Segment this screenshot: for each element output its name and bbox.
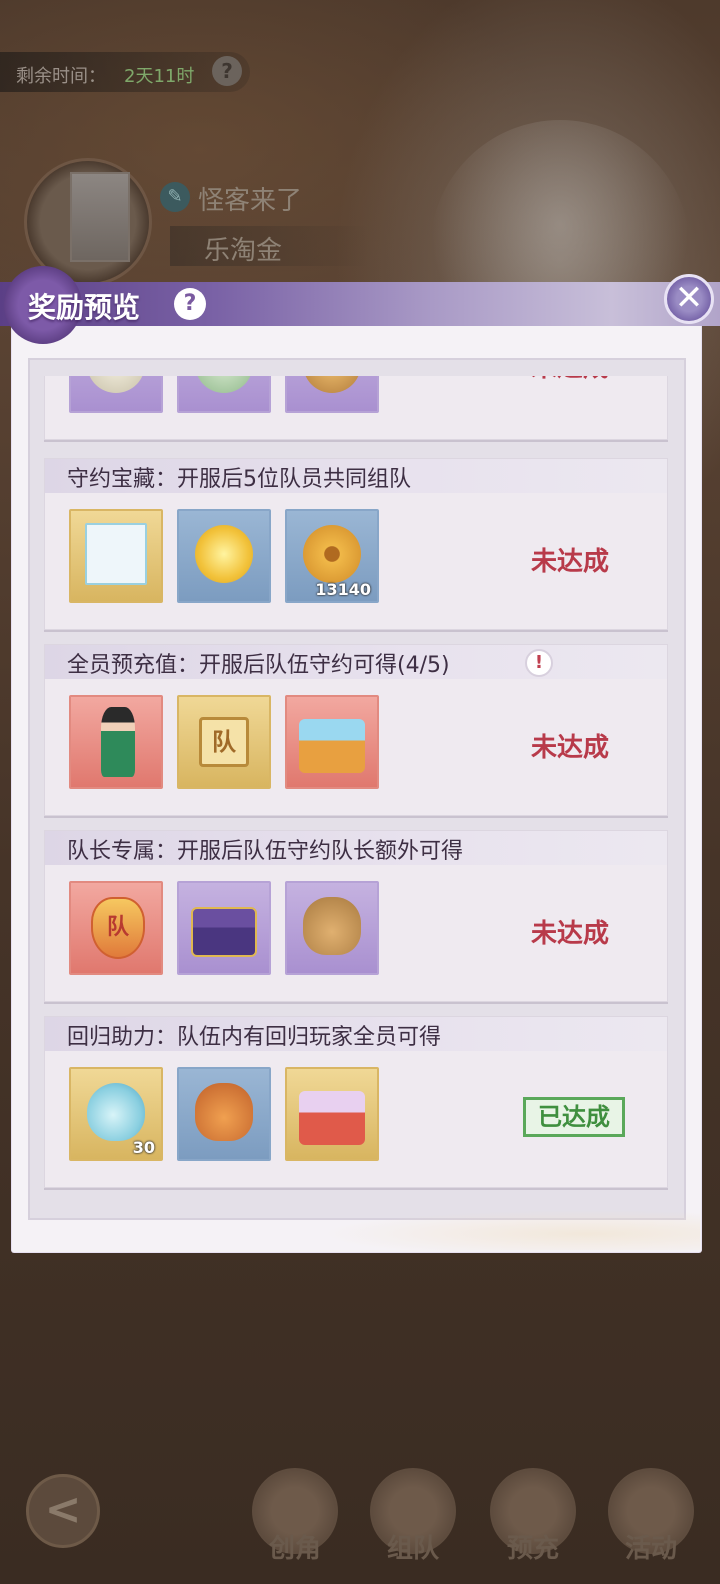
reward-card: 守约宝藏：开服后5位队员共同组队 13140 未达成 <box>44 458 668 630</box>
card-header: 回归助力：队伍内有回归玩家全员可得 <box>45 1017 667 1051</box>
nav-prepay[interactable]: 预充 <box>490 1468 576 1578</box>
nav-activity[interactable]: 活动 <box>608 1468 694 1578</box>
card-header: 守约宝藏：开服后5位队员共同组队 <box>45 459 667 493</box>
team-badge-icon[interactable]: 队 <box>177 695 271 789</box>
card-title: 全员预充值：开服后队伍守约可得(4/5) <box>67 653 450 678</box>
status-achieved: 已达成 <box>523 1097 625 1137</box>
timer-value: 2天11时 <box>124 66 195 87</box>
item-art <box>85 523 147 585</box>
money-bag-icon[interactable] <box>285 376 379 413</box>
outfit-icon[interactable] <box>69 695 163 789</box>
server-name: 乐淘金 <box>204 236 283 266</box>
item-art <box>303 897 361 955</box>
timer-help-icon[interactable]: ? <box>212 56 242 86</box>
status-pending: 未达成 <box>531 919 610 949</box>
card-title: 回归助力：队伍内有回归玩家全员可得 <box>67 1025 442 1050</box>
scroll-icon[interactable] <box>69 376 163 413</box>
help-icon[interactable]: ? <box>174 288 206 320</box>
feather-icon: ✎ <box>160 182 190 212</box>
nav-team[interactable]: 组队 <box>370 1468 456 1578</box>
item-art <box>101 707 135 777</box>
item-art <box>87 1083 145 1141</box>
warning-icon[interactable]: ! <box>525 649 553 677</box>
footer-decoration <box>320 1210 700 1250</box>
status-pending: 未达成 <box>531 733 610 763</box>
nav-label: 预充 <box>506 1534 559 1564</box>
item-art <box>299 1091 365 1145</box>
card-title: 队长专属：开服后队伍守约队长额外可得 <box>67 839 464 864</box>
map-scroll-icon[interactable] <box>177 376 271 413</box>
back-button[interactable]: < <box>26 1474 100 1548</box>
item-art <box>195 525 253 583</box>
item-art: 队 <box>199 717 249 767</box>
player-name: 怪客来了 <box>198 186 303 216</box>
nav-label: 组队 <box>386 1534 439 1564</box>
nav-label: 活动 <box>624 1534 677 1564</box>
item-quantity: 30 <box>132 1138 155 1157</box>
item-art <box>195 376 253 393</box>
card-title: 守约宝藏：开服后5位队员共同组队 <box>67 467 411 492</box>
gift-box-icon[interactable] <box>285 1067 379 1161</box>
item-art <box>195 1083 253 1141</box>
card-header: 队长专属：开服后队伍守约队长额外可得 <box>45 831 667 865</box>
item-art <box>303 376 361 393</box>
status-pending: 未达成 <box>531 547 610 577</box>
card-header: 全员预充值：开服后队伍守约可得(4/5) ! <box>45 645 667 679</box>
copper-coin-icon[interactable]: 13140 <box>285 509 379 603</box>
yellow-flower-icon[interactable] <box>177 509 271 603</box>
close-button[interactable]: ✕ <box>664 274 714 324</box>
item-art <box>303 525 361 583</box>
captain-emblem-icon[interactable]: 队 <box>69 881 163 975</box>
item-art <box>87 376 145 393</box>
gift-chest-icon[interactable] <box>285 695 379 789</box>
nav-create-role[interactable]: 创角 <box>252 1468 338 1578</box>
item-quantity: 13140 <box>315 580 371 599</box>
avatar[interactable] <box>70 172 130 262</box>
potion-bottle-icon[interactable]: 30 <box>69 1067 163 1161</box>
reward-card: 回归助力：队伍内有回归玩家全员可得 30 已达成 <box>44 1016 668 1188</box>
treasure-chest-icon[interactable] <box>177 881 271 975</box>
modal-title: 奖励预览 <box>28 291 141 324</box>
money-bag-icon[interactable] <box>285 881 379 975</box>
star-bag-icon[interactable] <box>177 1067 271 1161</box>
nav-label: 创角 <box>268 1534 321 1564</box>
reward-card: 全员预充值：开服后队伍守约可得(4/5) ! 队 未达成 <box>44 644 668 816</box>
timer-label: 剩余时间： <box>16 66 106 87</box>
reward-card: 未达成 <box>44 376 668 440</box>
reward-card: 队长专属：开服后队伍守约队长额外可得 队 未达成 <box>44 830 668 1002</box>
item-art <box>299 719 365 773</box>
item-art <box>191 907 257 957</box>
item-art: 队 <box>91 897 145 959</box>
reward-list[interactable]: 未达成 守约宝藏：开服后5位队员共同组队 13140 未达成 全员预充值：开服后… <box>44 376 670 1196</box>
photo-frame-icon[interactable] <box>69 509 163 603</box>
status-pending: 未达成 <box>531 376 609 384</box>
